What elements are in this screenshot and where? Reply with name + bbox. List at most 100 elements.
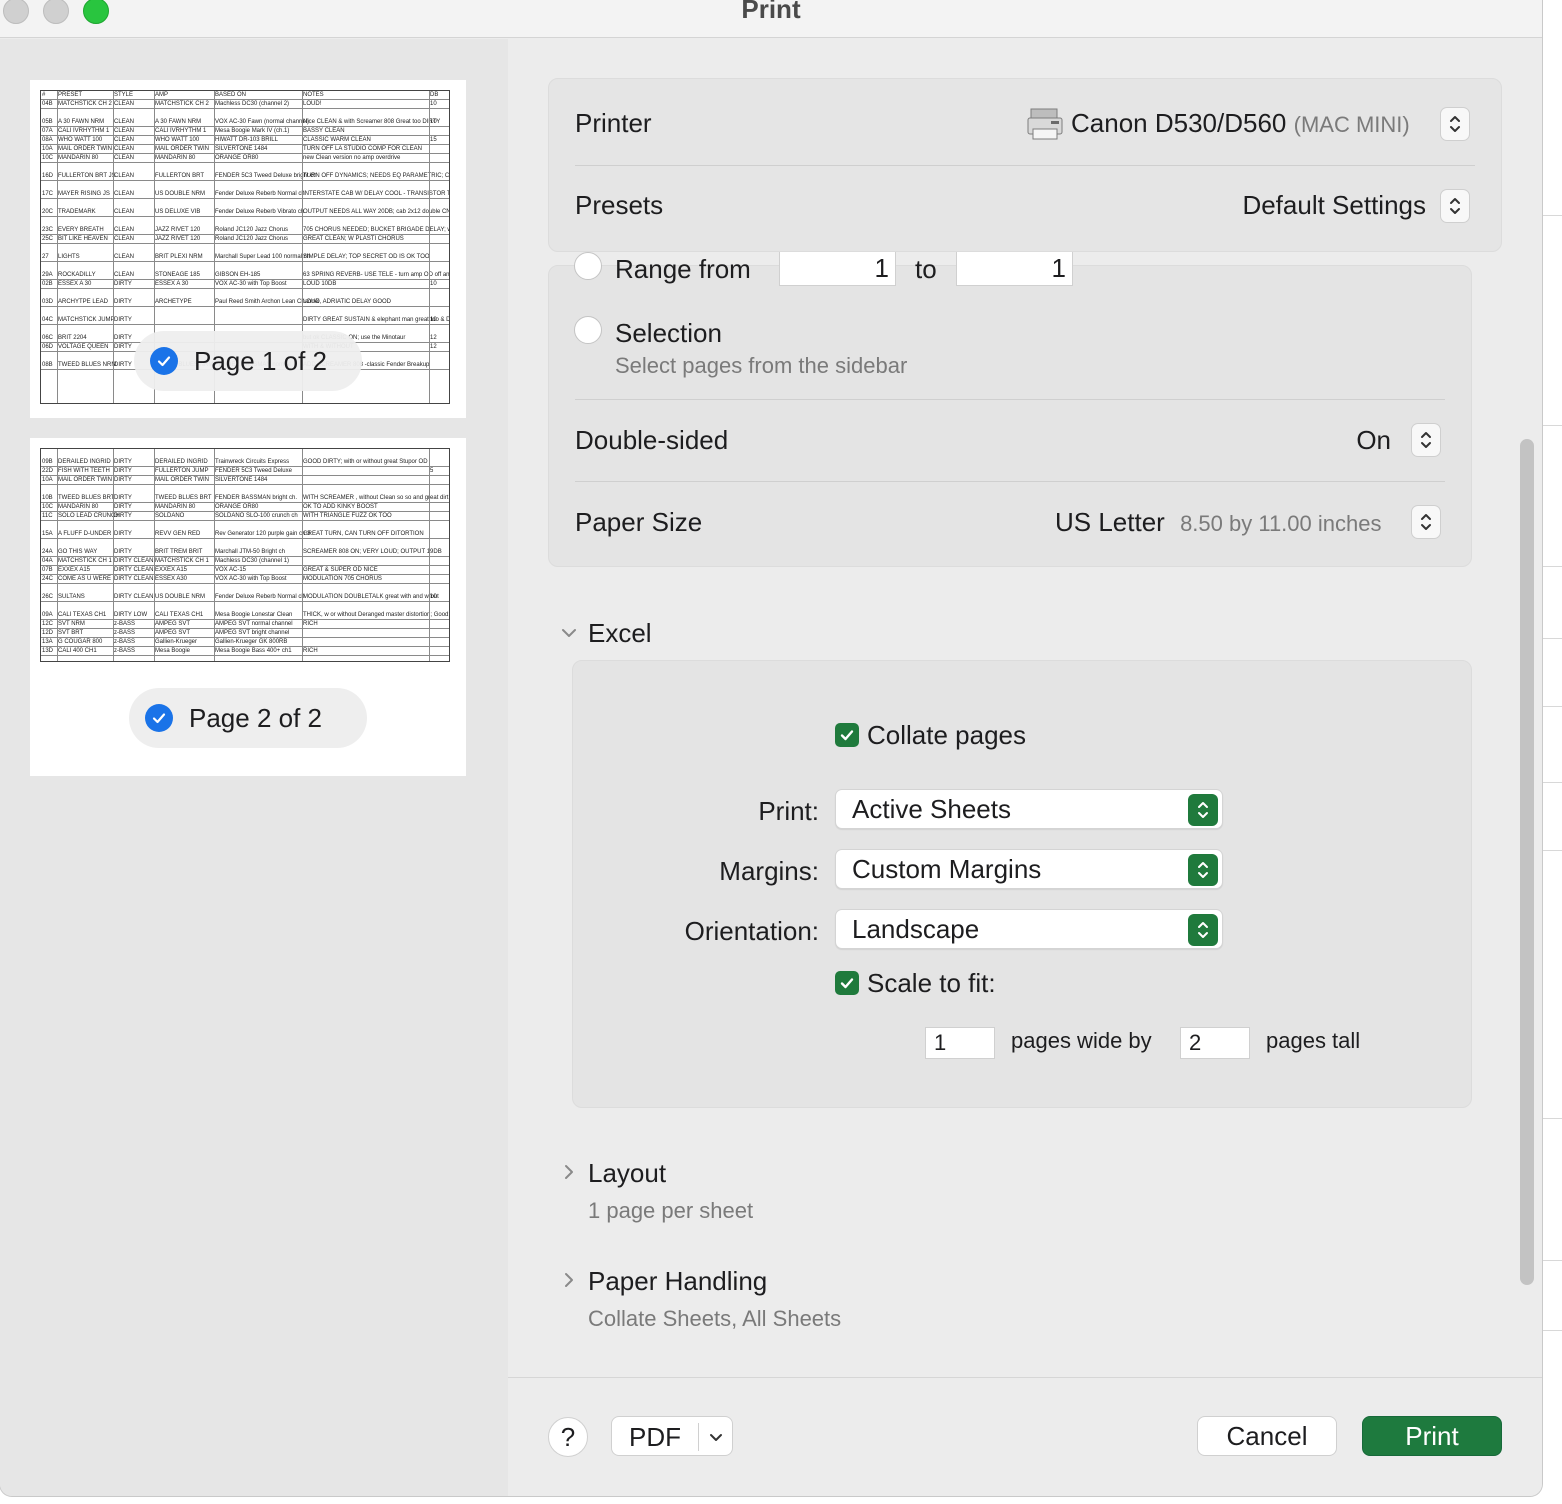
sheet-cell: PRESET [58,92,83,98]
sheet-cell: GREAT TURN, CAN TURN OFF DITORTION [303,531,424,537]
paper-handling-expand-chevron-icon[interactable] [560,1271,578,1289]
sheet-cell: DIRTY [114,299,132,305]
sheet-row: 26C SULTANS DIRTY CLEAN US DOUBLE NRM Fender… [41,584,449,602]
cancel-button[interactable]: Cancel [1197,1416,1337,1456]
orientation-popup[interactable]: Landscape [835,909,1223,949]
sheet-cell: MAIL ORDER TWIN [58,477,113,483]
sheet-cell: LOUD, ADRIATIC DELAY GOOD [303,299,392,305]
paper-size-popup-arrows[interactable] [1411,505,1441,539]
sheet-cell: INTERSTATE CAB W/ DELAY COOL - TRANSISTO… [303,191,449,197]
collate-pages-checkbox[interactable] [835,723,859,747]
sheet-cell: GREAT CLEAN; W PLASTI CHORUS [303,236,404,242]
sheet-row: 22D FISH WITH TEETH DIRTY FULLERTON JUMP FEN… [41,467,449,476]
excel-section-title[interactable]: Excel [588,618,652,649]
sheet-row: 16D FULLERTON BRT JS CLEAN FULLERTON BRT FEN… [41,163,449,181]
sheet-cell: CLEAN [114,254,135,260]
help-button[interactable]: ? [548,1417,588,1457]
sheet-cell: MODULATION 705 CHORUS [303,576,382,582]
sheet-cell: SVT NRM [58,621,85,627]
sheet-cell: 10 [430,281,437,287]
range-from-field[interactable]: 1 [779,250,896,286]
sheet-cell: STYLE [114,92,134,98]
sheet-cell: Gallien-Krueger [155,639,198,645]
sheet-cell: AMP [155,92,169,98]
sheet-row: 04A MATCHSTICK CH 1 DIRTY CLEAN MATCHSTICK … [41,557,449,566]
sheet-cell: Roland JC120 Jazz Chorus [215,236,289,242]
sheet-cell: OK TO ADD KINKY BOOST [303,504,378,510]
pages-wide-field[interactable]: 1 [925,1027,995,1059]
page-1-selector[interactable]: Page 1 of 2 [134,331,362,391]
sheet-cell: 10A [42,146,53,152]
page-1-label: Page 1 of 2 [194,345,327,376]
pdf-menu-button[interactable]: PDF [611,1416,733,1456]
sheet-cell: MATCHSTICK CH 2 [155,101,209,107]
sheet-row: 12D SVT BRT z-BASS AMPEG SVT AMPEG SVT brigh… [41,629,449,638]
printer-name[interactable]: Canon D530/D560 (MAC MINI) [1071,108,1410,139]
sheet-cell: A FLUFF D-UNDER [58,531,112,537]
printer-icon [1027,108,1063,140]
sheet-row: 29A ROCKADILLY CLEAN STONEAGE 185 GIBSON EH-… [41,262,449,280]
layout-section-title[interactable]: Layout [588,1158,666,1189]
double-sided-popup-arrows[interactable] [1411,423,1441,457]
sheet-cell: z-BASS [114,621,136,627]
printer-popup-arrows[interactable] [1440,107,1470,141]
sheet-row: 24C COME AS U WERE DIRTY CLEAN ESSEX A30 VOX… [41,575,449,584]
sheet-cell: BIT LIKE HEAVEN [58,236,108,242]
sheet-cell: # [42,92,46,98]
settings-scrollbar-thumb[interactable] [1520,439,1534,1285]
sheet-cell: 09A [42,612,53,618]
excel-collapse-chevron-icon[interactable] [560,624,578,642]
range-to-field[interactable]: 1 [956,250,1073,286]
paper-handling-section-title[interactable]: Paper Handling [588,1266,767,1297]
sheet-cell: Mesa Boogie Lonestar Clean [215,612,293,618]
updown-arrows-icon [1188,854,1218,886]
sheet-cell: THICK, w or without Deranged master dist… [303,612,449,618]
selection-radio[interactable] [574,316,602,344]
orientation-label: Orientation: [684,916,819,946]
paper-handling-summary: Collate Sheets, All Sheets [588,1306,842,1331]
sheet-cell: DIRTY [114,362,132,368]
range-radio[interactable] [574,252,602,280]
sheet-cell: DIRTY [114,531,132,537]
sheet-cell: Fender Deluxe Reberb Normal ch [215,594,305,600]
sheet-cell: FULLERTON JUMP [155,468,209,474]
sheet-row: 10C MANDARIN 80 DIRTY MANDARIN 80 ORANGE OR8… [41,503,449,512]
paper-size-value[interactable]: US Letter 8.50 by 11.00 inches [1055,507,1381,538]
print-button[interactable]: Print [1362,1416,1502,1456]
presets-popup-arrows[interactable] [1440,189,1470,223]
scale-to-fit-checkbox[interactable] [835,971,859,995]
sheet-cell: MATCHSTICK JUMP [58,317,115,323]
presets-value[interactable]: Default Settings [1242,190,1426,221]
print-what-popup[interactable]: Active Sheets [835,789,1223,829]
margins-label: Margins: [719,856,819,886]
sheet-cell: ESSEX A30 [155,576,188,582]
sheet-preview: 09B DERAILED INGRID DIRTY DERAILED INGRID Tr… [40,448,450,662]
sheet-cell: ROCKADILLY [58,272,96,278]
sheet-cell: Gallien-Krueger GK 800RB [215,639,288,645]
layout-expand-chevron-icon[interactable] [560,1163,578,1181]
sheet-cell: FENDER 5C3 Tweed Deluxe [215,468,292,474]
double-sided-label: Double-sided [575,425,729,455]
sheet-cell: TWEED BLUES BRT [155,495,212,501]
sheet-cell: COME AS U WERE [58,576,112,582]
sheet-cell: DIRTY [114,495,132,501]
sheet-cell: z-BASS [114,630,136,636]
printer-model: Canon D530/D560 [1071,108,1287,138]
sheet-cell: VOX AC-30 Fawn (normal channel) [215,119,310,125]
sheet-cell: DIRTY CLEAN [114,558,154,564]
checkmark-icon [145,704,173,732]
double-sided-value[interactable]: On [1356,425,1391,456]
sheet-cell: MANDARIN 80 [155,504,196,510]
layout-summary: 1 page per sheet [588,1198,754,1223]
sheet-cell: EXXEX A15 [155,567,188,573]
paper-size-label: Paper Size [575,507,703,537]
checkmark-icon [150,347,178,375]
page-2-selector[interactable]: Page 2 of 2 [129,688,367,748]
sheet-cell: CLEAN [114,227,135,233]
sheet-row: 02B ESSEX A 30 DIRTY ESSEX A 30 VOX AC-30 wi… [41,280,449,289]
sheet-cell: CLEAN [114,209,135,215]
margins-popup[interactable]: Custom Margins [835,849,1223,889]
pages-tall-field[interactable]: 2 [1180,1027,1250,1059]
sheet-cell: 07B [42,567,53,573]
sheet-cell: 13D [42,648,54,654]
